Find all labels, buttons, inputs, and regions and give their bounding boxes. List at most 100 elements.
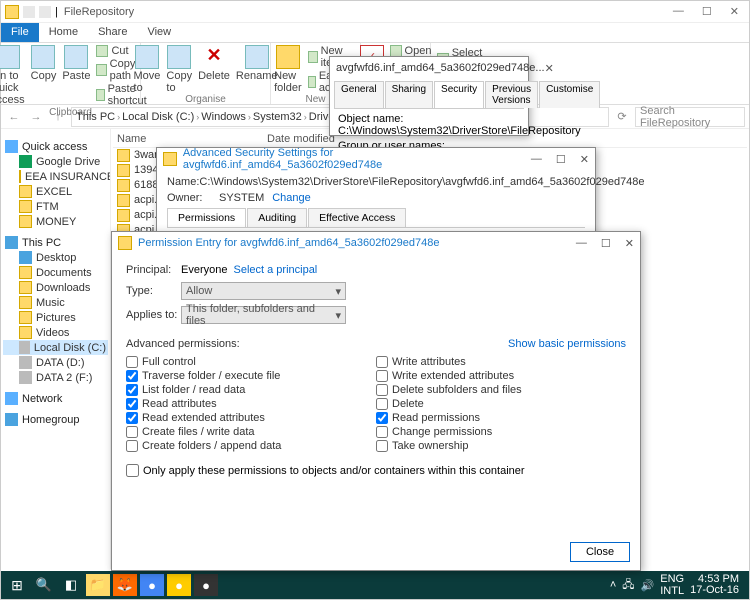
perm-checkbox[interactable]: Write attributes xyxy=(376,356,626,368)
applies-select[interactable]: This folder, subfolders and files▾ xyxy=(181,306,346,324)
qat-item[interactable] xyxy=(23,6,35,18)
tab-effective[interactable]: Effective Access xyxy=(308,208,406,227)
perm-checkbox[interactable]: Full control xyxy=(126,356,376,368)
perm-checkbox[interactable]: Delete subfolders and files xyxy=(376,384,626,396)
search-button[interactable]: 🔍 xyxy=(32,574,56,596)
sidebar-item[interactable]: Downloads xyxy=(3,280,108,295)
perm-checkbox-input[interactable] xyxy=(376,440,388,452)
perm-checkbox[interactable]: Traverse folder / execute file xyxy=(126,370,376,382)
tab-previous[interactable]: Previous Versions xyxy=(485,81,538,108)
perm-checkbox-input[interactable] xyxy=(376,426,388,438)
taskview-button[interactable]: ◧ xyxy=(59,574,83,596)
close-button[interactable]: ✕ xyxy=(580,153,589,166)
up-button[interactable]: ↑ xyxy=(49,108,67,126)
perm-checkbox[interactable]: Take ownership xyxy=(376,440,626,452)
sidebar-item[interactable]: Documents xyxy=(3,265,108,280)
close-button[interactable]: ✕ xyxy=(625,237,634,250)
sidebar-folder[interactable]: EEA INSURANCE FUND xyxy=(3,169,108,184)
perm-checkbox[interactable]: Read attributes xyxy=(126,398,376,410)
perm-checkbox[interactable]: Read extended attributes xyxy=(126,412,376,424)
sidebar-thispc[interactable]: This PC xyxy=(3,235,108,250)
sidebar-item[interactable]: Music xyxy=(3,295,108,310)
tab-share[interactable]: Share xyxy=(88,23,137,42)
perm-checkbox[interactable]: Delete xyxy=(376,398,626,410)
perm-checkbox[interactable]: Create folders / append data xyxy=(126,440,376,452)
tab-permissions[interactable]: Permissions xyxy=(167,208,246,227)
sidebar-homegroup[interactable]: Homegroup xyxy=(3,412,108,427)
taskbar-app[interactable]: ● xyxy=(140,574,164,596)
tray-volume-icon[interactable]: 🔊 xyxy=(641,579,655,592)
minimize-button[interactable]: — xyxy=(531,153,542,166)
perm-checkbox-input[interactable] xyxy=(126,356,138,368)
sidebar-folder[interactable]: MONEY xyxy=(3,214,108,229)
tray-expand-icon[interactable]: ˄ xyxy=(610,579,616,591)
perm-checkbox-input[interactable] xyxy=(126,426,138,438)
perm-checkbox-input[interactable] xyxy=(376,356,388,368)
perm-checkbox-input[interactable] xyxy=(376,398,388,410)
tab-auditing[interactable]: Auditing xyxy=(247,208,307,227)
perm-checkbox-input[interactable] xyxy=(126,370,138,382)
taskbar-app[interactable]: ● xyxy=(167,574,191,596)
sidebar-item[interactable]: DATA (D:) xyxy=(3,355,108,370)
sidebar-folder[interactable]: EXCEL xyxy=(3,184,108,199)
breadcrumb-item[interactable]: System32 xyxy=(253,111,302,123)
perm-checkbox-input[interactable] xyxy=(126,412,138,424)
sidebar-folder[interactable]: FTM xyxy=(3,199,108,214)
breadcrumb-item[interactable]: Local Disk (C:) xyxy=(122,111,194,123)
select-principal-link[interactable]: Select a principal xyxy=(233,264,317,276)
refresh-button[interactable]: ⟳ xyxy=(613,108,631,126)
tab-customise[interactable]: Customise xyxy=(539,81,600,108)
show-basic-link[interactable]: Show basic permissions xyxy=(508,338,626,350)
delete-button[interactable]: ✕Delete xyxy=(198,45,230,82)
tab-file[interactable]: File xyxy=(1,23,39,42)
col-date[interactable]: Date modified xyxy=(267,133,335,145)
sidebar-quick-access[interactable]: Quick access xyxy=(3,139,108,154)
sidebar-item[interactable]: Desktop xyxy=(3,250,108,265)
maximize-button[interactable]: ☐ xyxy=(556,153,566,166)
tab-general[interactable]: General xyxy=(334,81,384,108)
only-apply-checkbox[interactable] xyxy=(126,464,139,477)
perm-checkbox-input[interactable] xyxy=(376,412,388,424)
change-link[interactable]: Change xyxy=(272,192,311,204)
col-name[interactable]: Name xyxy=(117,133,267,145)
moveto-button[interactable]: Move to xyxy=(134,45,161,94)
tab-view[interactable]: View xyxy=(137,23,181,42)
tray-clock[interactable]: 4:53 PM17-Oct-16 xyxy=(690,574,739,596)
close-button[interactable]: ✕ xyxy=(545,62,554,75)
tray-network-icon[interactable]: 🖧 xyxy=(622,576,634,595)
perm-checkbox-input[interactable] xyxy=(376,384,388,396)
sidebar-gdrive[interactable]: Google Drive xyxy=(3,154,108,169)
newfolder-button[interactable]: New folder xyxy=(274,45,302,94)
perm-checkbox-input[interactable] xyxy=(376,370,388,382)
taskbar-app[interactable]: 📁 xyxy=(86,574,110,596)
pin-button[interactable]: Pin to Quick access xyxy=(0,45,25,106)
sidebar-item[interactable]: Pictures xyxy=(3,310,108,325)
sidebar-item-localdisk[interactable]: Local Disk (C:) xyxy=(3,340,108,355)
back-button[interactable]: ← xyxy=(5,108,23,126)
taskbar-app[interactable]: ● xyxy=(194,574,218,596)
perm-checkbox[interactable]: Create files / write data xyxy=(126,426,376,438)
sidebar-network[interactable]: Network xyxy=(3,391,108,406)
tab-sharing[interactable]: Sharing xyxy=(385,81,433,108)
search-input[interactable]: Search FileRepository xyxy=(635,107,745,127)
taskbar-app[interactable]: 🦊 xyxy=(113,574,137,596)
tray-lang[interactable]: ENGINTL xyxy=(660,573,684,597)
close-button[interactable]: ✕ xyxy=(730,5,739,18)
qat-item[interactable] xyxy=(39,6,51,18)
copyto-button[interactable]: Copy to xyxy=(166,45,192,94)
paste-button[interactable]: Paste xyxy=(62,45,90,82)
copy-button[interactable]: Copy xyxy=(31,45,57,82)
tab-home[interactable]: Home xyxy=(39,23,88,42)
minimize-button[interactable]: — xyxy=(673,5,684,18)
tab-security[interactable]: Security xyxy=(434,81,484,108)
minimize-button[interactable]: — xyxy=(576,237,587,250)
perm-checkbox-input[interactable] xyxy=(126,384,138,396)
sidebar-item[interactable]: Videos xyxy=(3,325,108,340)
breadcrumb-item[interactable]: Windows xyxy=(201,111,246,123)
perm-checkbox[interactable]: Read permissions xyxy=(376,412,626,424)
perm-checkbox-input[interactable] xyxy=(126,440,138,452)
forward-button[interactable]: → xyxy=(27,108,45,126)
start-button[interactable]: ⊞ xyxy=(5,574,29,596)
perm-checkbox[interactable]: Write extended attributes xyxy=(376,370,626,382)
sidebar-item[interactable]: DATA 2 (F:) xyxy=(3,370,108,385)
